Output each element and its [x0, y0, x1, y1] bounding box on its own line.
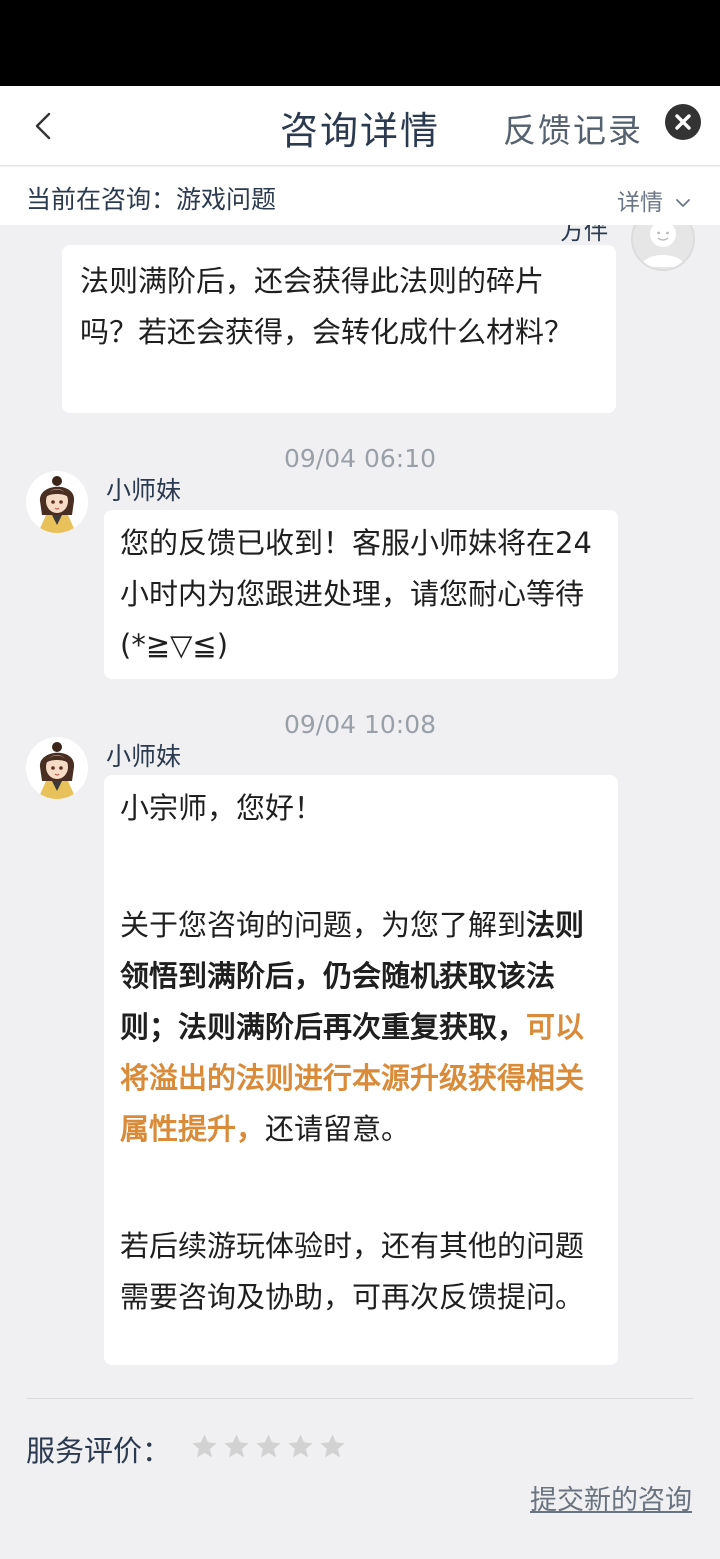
- feedback-history-link[interactable]: 反馈记录: [503, 104, 643, 152]
- chat-area[interactable]: 方伴 法则满阶后，还会获得此法则的碎片吗？若还会获得，会转化成什么材料？ 09/…: [0, 225, 720, 1400]
- current-topic-label: 当前在咨询：: [26, 185, 177, 214]
- top-nav-bar: 咨询详情 反馈记录: [0, 86, 720, 166]
- consult-topic-bar: 当前在咨询：游戏问题 详情: [0, 167, 720, 225]
- message-text: 关于您咨询的问题，为您了解到: [120, 908, 527, 942]
- agent-message-bubble: 小宗师，您好！ 关于您咨询的问题，为您了解到法则领悟到满阶后，仍会随机获取该法则…: [104, 775, 618, 1365]
- star-icon[interactable]: [190, 1432, 219, 1461]
- message-timestamp: 09/04 06:10: [283, 444, 437, 473]
- user-message-bubble: 法则满阶后，还会获得此法则的碎片吗？若还会获得，会转化成什么材料？: [62, 245, 616, 413]
- star-icon[interactable]: [222, 1432, 251, 1461]
- agent-avatar[interactable]: [26, 737, 88, 799]
- divider: [26, 1398, 694, 1399]
- status-bar: [0, 0, 720, 86]
- user-avatar[interactable]: [631, 225, 695, 271]
- message-paragraph: 若后续游玩体验时，还有其他的问题需要咨询及协助，可再次反馈提问。: [120, 1229, 585, 1314]
- current-topic-value: 游戏问题: [176, 185, 277, 214]
- default-avatar-icon: [641, 225, 685, 267]
- message-paragraph: 关于您咨询的问题，为您了解到法则领悟到满阶后，仍会随机获取该法则；法则满阶后再次…: [120, 900, 602, 1155]
- detail-label: 详情: [617, 190, 663, 216]
- current-topic: 当前在咨询：游戏问题: [26, 180, 276, 216]
- message-text: 还请留意。: [265, 1112, 411, 1146]
- agent-name: 小师妹: [106, 476, 182, 505]
- message-greeting: 小宗师，您好！: [120, 791, 324, 825]
- star-icon[interactable]: [286, 1432, 315, 1461]
- rating-label: 服务评价：: [26, 1434, 172, 1468]
- chevron-left-icon: [35, 112, 51, 140]
- star-icon[interactable]: [254, 1432, 283, 1461]
- detail-toggle[interactable]: 详情: [617, 183, 692, 217]
- chevron-down-icon: [676, 199, 691, 207]
- star-icon[interactable]: [318, 1432, 347, 1461]
- star-rating[interactable]: [190, 1432, 347, 1461]
- message-timestamp: 09/04 10:08: [283, 710, 437, 739]
- agent-name: 小师妹: [106, 742, 182, 771]
- close-icon: [675, 114, 691, 130]
- user-name: 方伴: [560, 225, 608, 245]
- agent-avatar-icon: [26, 471, 88, 533]
- agent-message-bubble: 您的反馈已收到！客服小师妹将在24小时内为您跟进处理，请您耐心等待 (*≧▽≦): [104, 510, 618, 679]
- agent-avatar[interactable]: [26, 471, 88, 533]
- close-button[interactable]: [665, 104, 701, 140]
- back-button[interactable]: [26, 108, 62, 144]
- submit-new-consult-link[interactable]: 提交新的咨询: [530, 1478, 692, 1517]
- agent-avatar-icon: [26, 737, 88, 799]
